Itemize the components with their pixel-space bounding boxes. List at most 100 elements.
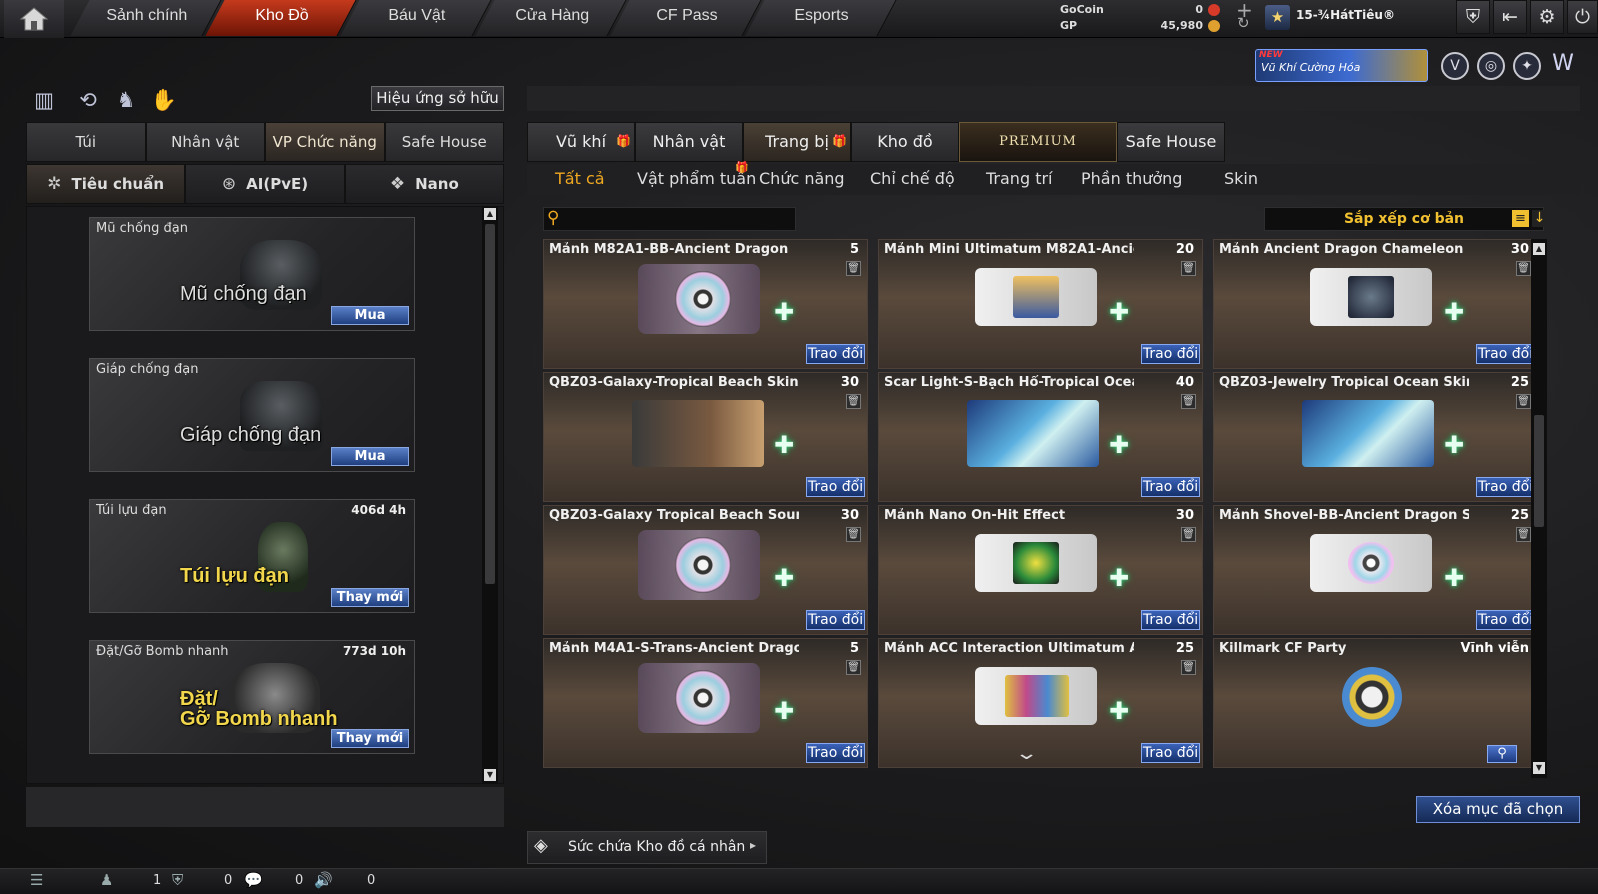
hand-icon[interactable]: ✋ bbox=[150, 86, 178, 114]
tab-characters[interactable]: Nhân vật bbox=[635, 122, 743, 162]
buy-button[interactable]: Mua bbox=[331, 306, 409, 325]
inventory-card[interactable]: QBZ03-Galaxy-Tropical Beach Skin P 30 🗑 … bbox=[543, 372, 868, 502]
left-scrollbar[interactable]: ▲ ▼ bbox=[482, 206, 498, 784]
trade-button[interactable]: Trao đổi bbox=[1476, 610, 1535, 630]
renew-button[interactable]: Thay mới bbox=[331, 588, 409, 607]
subtab-nano[interactable]: ❖ Nano bbox=[344, 164, 504, 204]
scroll-down-icon[interactable]: ▼ bbox=[484, 769, 496, 781]
trade-button[interactable]: Trao đổi bbox=[1476, 477, 1535, 497]
trash-icon[interactable]: 🗑 bbox=[1181, 394, 1196, 409]
subtab-weekly-items[interactable]: Vật phẩm tuần 🎁 bbox=[637, 161, 756, 188]
history-icon[interactable]: ⟲ bbox=[74, 86, 102, 114]
owned-effects-button[interactable]: Hiệu ứng sở hữu bbox=[371, 86, 504, 111]
nav-tab-cf-pass[interactable]: CF Pass bbox=[610, 0, 762, 36]
trash-icon[interactable]: 🗑 bbox=[1516, 261, 1531, 276]
mode-globe-icon[interactable]: ◎ bbox=[1477, 52, 1505, 80]
tab-storage[interactable]: Kho đồ bbox=[851, 122, 959, 162]
trash-icon[interactable]: 🗑 bbox=[1516, 394, 1531, 409]
subtab-mode-only[interactable]: Chỉ chế độ bbox=[870, 169, 955, 188]
tab-bag[interactable]: Túi bbox=[26, 122, 146, 162]
storage-capacity-button[interactable]: ◈ Sức chứa Kho đồ cá nhân ▸ bbox=[527, 831, 767, 864]
ranking-icon[interactable]: ▥ bbox=[30, 86, 58, 114]
clan-shield-icon[interactable]: ⛨ bbox=[172, 871, 183, 889]
inventory-card[interactable]: QBZ03-Jewelry Tropical Ocean Skin 25 🗑 ✚… bbox=[1213, 372, 1538, 502]
item-card-grenade-bag[interactable]: Túi lựu đạn 406d 4h Túi lựu đạn Thay mới bbox=[89, 499, 415, 613]
power-icon[interactable]: ⏻ bbox=[1567, 0, 1598, 34]
tab-equipment[interactable]: Trang bị 🎁 bbox=[743, 122, 851, 162]
preview-search-icon[interactable]: ⚲ bbox=[1487, 745, 1517, 763]
trash-icon[interactable]: 🗑 bbox=[846, 394, 861, 409]
trash-icon[interactable]: 🗑 bbox=[1181, 527, 1196, 542]
trash-icon[interactable]: 🗑 bbox=[1516, 527, 1531, 542]
inventory-card[interactable]: Mảnh ACC Interaction Ultimatum AD 25 🗑 ✚… bbox=[878, 638, 1203, 768]
grid-scrollbar[interactable]: ▲ ▼ bbox=[1531, 239, 1547, 778]
scroll-up-icon[interactable]: ▲ bbox=[484, 208, 496, 220]
subtab-ai-pve[interactable]: ⊛ AI(PvE) bbox=[185, 164, 345, 204]
search-input[interactable]: ⚲ bbox=[543, 207, 796, 231]
trade-button[interactable]: Trao đổi bbox=[1141, 610, 1200, 630]
mode-v-icon[interactable]: V bbox=[1441, 52, 1469, 80]
trash-icon[interactable]: 🗑 bbox=[846, 261, 861, 276]
exit-room-icon[interactable]: ⇤ bbox=[1493, 0, 1527, 34]
tab-safe-house-right[interactable]: Safe House bbox=[1117, 122, 1225, 162]
nav-tab-inventory[interactable]: Kho Đồ bbox=[205, 0, 357, 36]
chevron-down-icon[interactable]: ⌄ bbox=[1014, 743, 1038, 764]
trade-button[interactable]: Trao đổi bbox=[806, 743, 865, 763]
item-card-armor[interactable]: Giáp chống đạn Giáp chống đạn Mua bbox=[89, 358, 415, 472]
trade-button[interactable]: Trao đổi bbox=[1141, 743, 1200, 763]
scroll-down-icon[interactable]: ▼ bbox=[1533, 762, 1545, 774]
inventory-card[interactable]: Scar Light-S-Bạch Hổ-Tropical Ocean 40 🗑… bbox=[878, 372, 1203, 502]
inventory-card[interactable]: QBZ03-Galaxy Tropical Beach Sound 30 🗑 ✚… bbox=[543, 505, 868, 635]
subtab-standard[interactable]: ✲ Tiêu chuẩn bbox=[26, 164, 186, 204]
item-card-helmet[interactable]: Mũ chống đạn Mũ chống đạn Mua bbox=[89, 217, 415, 331]
inventory-card[interactable]: Mảnh M4A1-S-Trans-Ancient Dragon 5 🗑 ✚ T… bbox=[543, 638, 868, 768]
tab-premium[interactable]: PREMIUM bbox=[959, 122, 1117, 162]
home-button[interactable] bbox=[4, 0, 64, 38]
refresh-icon[interactable]: ↻ bbox=[1237, 14, 1250, 32]
nav-tab-lobby[interactable]: Sảnh chính bbox=[70, 0, 222, 36]
scroll-thumb[interactable] bbox=[485, 224, 495, 584]
character-icon[interactable]: ♞ bbox=[112, 86, 140, 114]
delete-selected-button[interactable]: Xóa mục đã chọn bbox=[1416, 796, 1580, 823]
trash-icon[interactable]: 🗑 bbox=[846, 527, 861, 542]
mode-wings-icon[interactable]: W bbox=[1549, 52, 1577, 80]
inventory-card[interactable]: Killmark CF Party Vĩnh viễn ⚲ bbox=[1213, 638, 1538, 768]
sort-direction-icon[interactable]: ↓ bbox=[1532, 210, 1547, 227]
buy-button[interactable]: Mua bbox=[331, 447, 409, 466]
renew-button[interactable]: Thay mới bbox=[331, 729, 409, 748]
subtab-functional[interactable]: Chức năng bbox=[759, 169, 845, 188]
subtab-rewards[interactable]: Phần thưởng bbox=[1081, 169, 1182, 188]
menu-list-icon[interactable]: ☰ bbox=[30, 871, 43, 889]
tab-safe-house[interactable]: Safe House bbox=[384, 122, 504, 162]
settings-gear-icon[interactable]: ⚙ bbox=[1530, 0, 1564, 34]
subtab-decoration[interactable]: Trang trí bbox=[986, 169, 1052, 188]
inventory-card[interactable]: Mảnh Ancient Dragon Chameleon Ba 30 🗑 ✚ … bbox=[1213, 239, 1538, 369]
party-icon[interactable]: ♟ bbox=[100, 871, 113, 889]
trash-icon[interactable]: 🗑 bbox=[1181, 660, 1196, 675]
speaker-icon[interactable]: 🔊 bbox=[314, 871, 333, 889]
chat-bubble-icon[interactable]: 💬 bbox=[244, 871, 263, 889]
promo-banner[interactable]: NEW Vũ Khí Cường Hóa bbox=[1255, 49, 1428, 82]
mode-badge-icon[interactable]: ✦ bbox=[1513, 52, 1541, 80]
subtab-all[interactable]: Tất cả bbox=[555, 169, 605, 188]
trade-button[interactable]: Trao đổi bbox=[1476, 344, 1535, 364]
inventory-card[interactable]: Mảnh Shovel-BB-Ancient Dragon So 25 🗑 ✚ … bbox=[1213, 505, 1538, 635]
nav-tab-treasure[interactable]: Báu Vật bbox=[340, 0, 492, 36]
tab-character[interactable]: Nhân vật bbox=[145, 122, 265, 162]
inventory-card[interactable]: Mảnh Mini Ultimatum M82A1-Ancient 20 🗑 ✚… bbox=[878, 239, 1203, 369]
tab-weapons[interactable]: Vũ khí 🎁 bbox=[527, 122, 635, 162]
trade-button[interactable]: Trao đổi bbox=[806, 610, 865, 630]
tab-functional-items[interactable]: VP Chức năng bbox=[265, 122, 385, 162]
scroll-thumb[interactable] bbox=[1534, 415, 1544, 527]
trade-button[interactable]: Trao đổi bbox=[1141, 477, 1200, 497]
scroll-up-icon[interactable]: ▲ bbox=[1533, 243, 1545, 255]
trash-icon[interactable]: 🗑 bbox=[846, 660, 861, 675]
trade-button[interactable]: Trao đổi bbox=[806, 344, 865, 364]
nav-tab-shop[interactable]: Cửa Hàng bbox=[475, 0, 627, 36]
inventory-card[interactable]: Mảnh M82A1-BB-Ancient Dragon 5 🗑 ✚ Trao … bbox=[543, 239, 868, 369]
item-card-quick-bomb[interactable]: Đặt/Gỡ Bomb nhanh 773d 10h Đặt/Gỡ Bomb n… bbox=[89, 640, 415, 754]
nav-tab-esports[interactable]: Esports bbox=[745, 0, 897, 36]
inventory-card[interactable]: Mảnh Nano On-Hit Effect 30 🗑 ✚ Trao đổi bbox=[878, 505, 1203, 635]
list-view-icon[interactable]: ≡ bbox=[1512, 210, 1529, 227]
subtab-skin[interactable]: Skin bbox=[1224, 169, 1258, 188]
